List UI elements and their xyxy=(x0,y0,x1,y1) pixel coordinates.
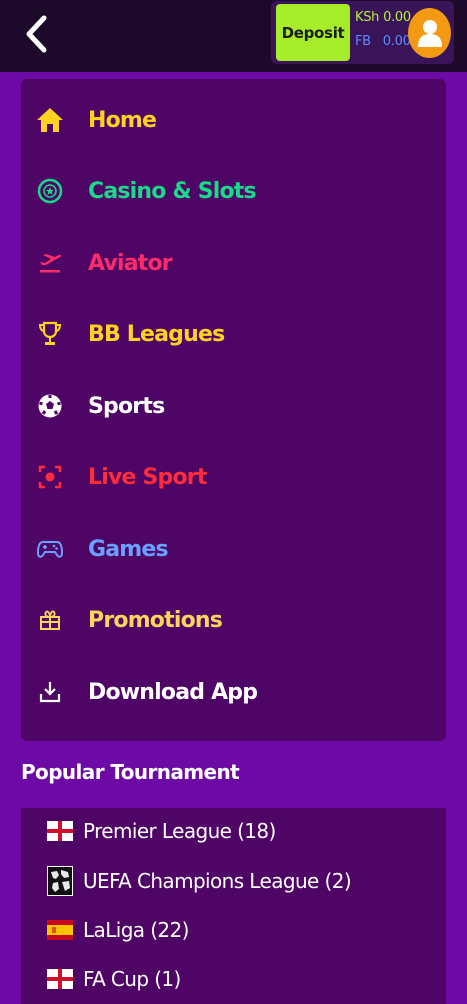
england-flag-icon xyxy=(47,969,73,989)
chevron-left-icon xyxy=(26,15,47,53)
home-icon xyxy=(35,105,65,135)
gamepad-icon xyxy=(35,534,65,564)
menu-label-bb-leagues: BB Leagues xyxy=(88,321,225,347)
menu-item-home[interactable]: Home xyxy=(21,90,446,150)
user-icon xyxy=(417,20,442,47)
menu-item-live-sport[interactable]: Live Sport xyxy=(21,447,446,507)
back-button[interactable] xyxy=(18,12,54,56)
spain-flag-icon xyxy=(47,920,73,940)
side-menu: Home Casino & Slots Aviator BB Leagues S… xyxy=(21,79,446,741)
airplane-takeoff-icon xyxy=(35,248,65,278)
download-icon xyxy=(35,677,65,707)
tournament-label: LaLiga (22) xyxy=(83,918,189,942)
gift-icon xyxy=(35,605,65,635)
deposit-button[interactable]: Deposit xyxy=(276,4,350,61)
menu-label-casino: Casino & Slots xyxy=(88,178,257,204)
menu-label-promotions: Promotions xyxy=(88,607,223,633)
section-title: Popular Tournament xyxy=(21,760,240,784)
menu-label-download-app: Download App xyxy=(88,679,258,705)
menu-item-download-app[interactable]: Download App xyxy=(21,662,446,722)
england-flag-icon xyxy=(47,821,73,841)
ksh-balance: KSh 0.00 xyxy=(355,10,411,25)
menu-item-games[interactable]: Games xyxy=(21,519,446,579)
live-camera-icon xyxy=(35,462,65,492)
soccer-ball-icon xyxy=(35,391,65,421)
top-bar: Deposit KSh 0.00 FB 0.00 xyxy=(0,0,467,72)
tournament-item-laliga[interactable]: LaLiga (22) xyxy=(21,910,446,950)
ksh-label: KSh xyxy=(355,10,380,25)
tournament-label: FA Cup (1) xyxy=(83,967,181,991)
menu-label-live-sport: Live Sport xyxy=(88,464,207,490)
menu-item-casino[interactable]: Casino & Slots xyxy=(21,161,446,221)
menu-label-games: Games xyxy=(88,536,169,562)
casino-chip-icon xyxy=(35,176,65,206)
menu-label-sports: Sports xyxy=(88,393,165,419)
menu-item-sports[interactable]: Sports xyxy=(21,376,446,436)
tournament-item-premier-league[interactable]: Premier League (18) xyxy=(21,811,446,851)
menu-item-bb-leagues[interactable]: BB Leagues xyxy=(21,304,446,364)
tournament-label: Premier League (18) xyxy=(83,819,276,843)
tournament-list: Premier League (18) UEFA Champions Leagu… xyxy=(21,808,446,1004)
tournament-item-champions-league[interactable]: UEFA Champions League (2) xyxy=(21,861,446,901)
menu-label-home: Home xyxy=(88,107,157,133)
menu-label-aviator: Aviator xyxy=(88,250,173,276)
menu-item-promotions[interactable]: Promotions xyxy=(21,590,446,650)
world-map-icon xyxy=(47,866,73,896)
tournament-label: UEFA Champions League (2) xyxy=(83,869,352,893)
trophy-icon xyxy=(35,319,65,349)
ksh-value: 0.00 xyxy=(383,10,411,25)
fb-label: FB xyxy=(355,34,371,49)
fb-balance: FB 0.00 xyxy=(355,34,411,49)
avatar[interactable] xyxy=(408,8,451,58)
tournament-item-fa-cup[interactable]: FA Cup (1) xyxy=(21,959,446,999)
fb-value: 0.00 xyxy=(382,34,411,49)
menu-item-aviator[interactable]: Aviator xyxy=(21,233,446,293)
